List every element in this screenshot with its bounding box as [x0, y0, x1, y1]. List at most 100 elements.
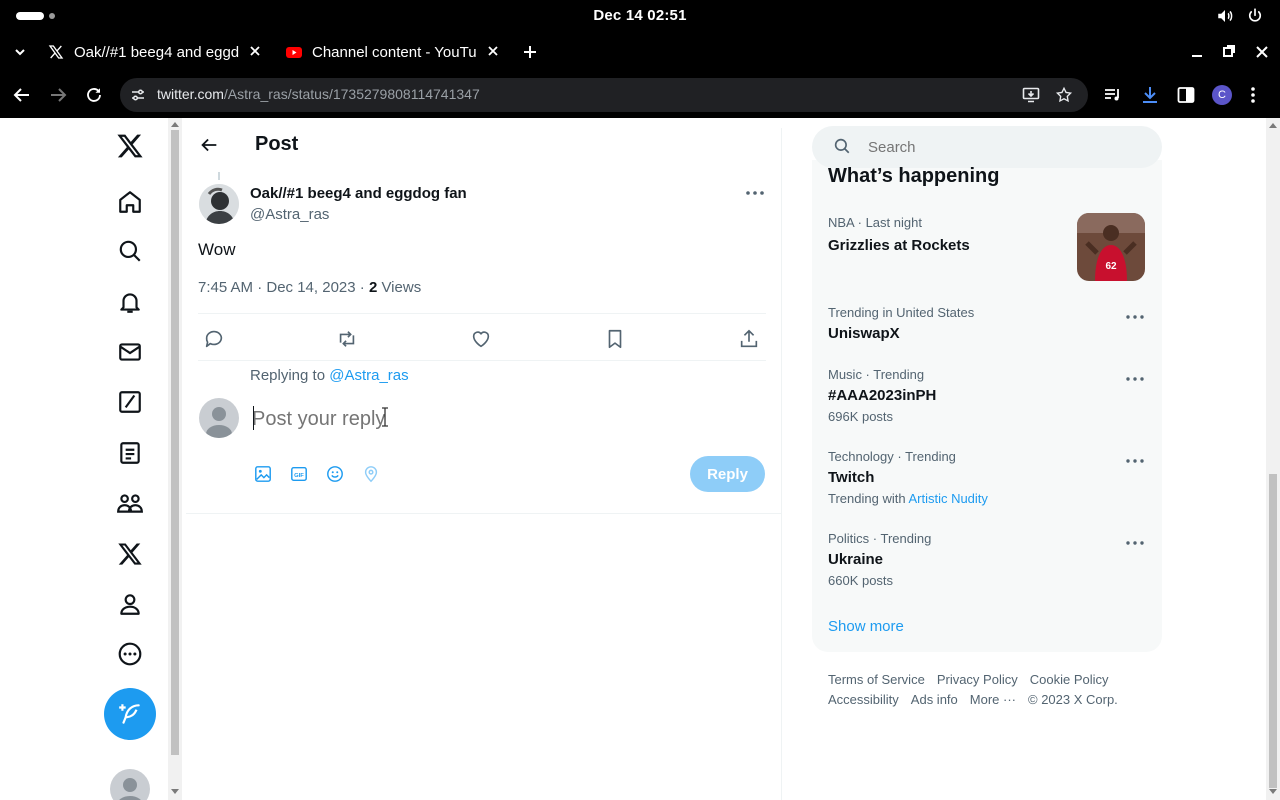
url-path: /Astra_ras/status/1735279808114741347 [223, 86, 480, 102]
my-avatar[interactable] [199, 398, 239, 438]
feather-plus-icon [117, 701, 143, 727]
install-app-icon[interactable] [1022, 86, 1040, 104]
trend-context: NBA · Last night [828, 215, 922, 230]
back-arrow-icon[interactable] [13, 86, 31, 104]
bookmark-icon[interactable] [604, 328, 626, 350]
reply-input[interactable] [252, 403, 752, 435]
tab-strip: Oak//#1 beeg4 and eggdog fan Channel con… [0, 32, 1280, 72]
media-controls-icon[interactable] [1104, 86, 1122, 104]
new-tab-icon[interactable] [521, 43, 539, 61]
reply-button[interactable]: Reply [690, 456, 765, 492]
like-heart-icon[interactable] [470, 328, 492, 350]
gif-icon[interactable]: GIF [290, 465, 308, 483]
scroll-thumb[interactable] [171, 130, 179, 755]
volume-icon[interactable] [1216, 7, 1234, 25]
tab-close-icon[interactable] [486, 44, 500, 58]
search-icon [833, 137, 851, 155]
footer-link[interactable]: Cookie Policy [1030, 672, 1109, 687]
media-image-icon[interactable] [254, 465, 272, 483]
author-avatar[interactable] [199, 184, 239, 224]
trend-more-icon[interactable] [1125, 458, 1145, 464]
explore-search-icon[interactable] [112, 233, 148, 269]
author-handle[interactable]: @Astra_ras [250, 206, 329, 223]
trend-more-icon[interactable] [1125, 540, 1145, 546]
footer-link[interactable]: Ads info [911, 692, 958, 707]
views-label: Views [377, 279, 422, 296]
share-icon[interactable] [738, 328, 760, 350]
left-scrollbar[interactable] [168, 118, 182, 800]
tab-close-icon[interactable] [248, 44, 262, 58]
power-icon[interactable] [1246, 7, 1264, 25]
grok-icon[interactable] [112, 384, 148, 420]
window-close-icon[interactable] [1254, 44, 1270, 60]
reply-icon[interactable] [203, 328, 225, 350]
footer-link[interactable]: Terms of Service [828, 672, 925, 687]
scroll-up-arrow-icon [1269, 123, 1277, 128]
messages-envelope-icon[interactable] [112, 334, 148, 370]
premium-x-icon[interactable] [112, 536, 148, 572]
trend-name[interactable]: Twitch [828, 469, 874, 486]
repost-icon[interactable] [336, 328, 358, 350]
footer-row: Terms of Service Privacy Policy Cookie Pol… [828, 672, 1121, 687]
post-more-icon[interactable] [745, 190, 765, 196]
right-scrollbar[interactable] [1266, 118, 1280, 800]
compose-post-button[interactable] [104, 688, 156, 740]
tab-search-chevron-icon[interactable] [12, 44, 28, 60]
address-bar[interactable]: twitter.com/Astra_ras/status/17352798081… [120, 78, 1088, 112]
bookmark-star-icon[interactable] [1055, 86, 1073, 104]
replying-to: Replying to @Astra_ras [250, 367, 409, 384]
trend-related-prefix: Trending with [828, 491, 909, 506]
post-timestamp[interactable]: 7:45 AM · Dec 14, 2023 · [198, 279, 369, 296]
svg-text:62: 62 [1105, 261, 1117, 272]
search-input[interactable] [868, 136, 1128, 158]
site-info-icon[interactable] [130, 87, 146, 103]
trend-more-icon[interactable] [1125, 314, 1145, 320]
location-pin-icon[interactable] [362, 465, 380, 483]
trend-context: Politics · Trending [828, 531, 932, 546]
trend-name[interactable]: Ukraine [828, 551, 883, 568]
tab-youtube[interactable]: Channel content - YouTube [286, 32, 500, 72]
back-arrow-icon[interactable] [198, 134, 220, 156]
reload-icon[interactable] [85, 86, 103, 104]
post-text: Wow [198, 240, 236, 259]
download-icon[interactable] [1141, 85, 1159, 105]
trend-post-count: 660K posts [828, 573, 894, 588]
side-panel-icon[interactable] [1177, 86, 1195, 104]
tab-title: Oak//#1 beeg4 and eggdog fan [74, 43, 239, 61]
footer-link[interactable]: Accessibility [828, 692, 899, 707]
trend-more-icon[interactable] [1125, 376, 1145, 382]
profile-avatar[interactable]: C [1212, 85, 1232, 105]
text-caret [253, 406, 254, 430]
more-circle-icon[interactable] [112, 636, 148, 672]
profile-icon[interactable] [112, 586, 148, 622]
x-home-logo-icon[interactable] [112, 128, 148, 164]
url-text: twitter.com/Astra_ras/status/17352798081… [157, 86, 480, 102]
web-page: Post Oak//#1 beeg4 and eggdog fan @Astra… [0, 118, 1280, 800]
emoji-icon[interactable] [326, 465, 344, 483]
notifications-bell-icon[interactable] [112, 284, 148, 320]
trend-name[interactable]: #AAA2023inPH [828, 387, 936, 404]
show-more-link[interactable]: Show more [828, 618, 904, 635]
trend-thumbnail[interactable]: 62 [1077, 213, 1145, 281]
account-avatar[interactable] [110, 769, 150, 800]
replying-to-handle[interactable]: @Astra_ras [329, 367, 408, 384]
minimize-icon[interactable] [1189, 44, 1205, 60]
footer-link[interactable]: Privacy Policy [937, 672, 1018, 687]
trend-related-link[interactable]: Artistic Nudity [908, 491, 987, 506]
home-icon[interactable] [112, 184, 148, 220]
lists-icon[interactable] [112, 435, 148, 471]
forward-arrow-icon[interactable] [49, 86, 67, 104]
post-meta: 7:45 AM · Dec 14, 2023 · 2 Views [198, 279, 421, 296]
tab-twitter-post[interactable]: Oak//#1 beeg4 and eggdog fan [48, 32, 262, 72]
communities-icon[interactable] [112, 485, 148, 521]
author-name[interactable]: Oak//#1 beeg4 and eggdog fan [250, 185, 467, 202]
search-box[interactable] [812, 126, 1162, 168]
scroll-thumb[interactable] [1269, 474, 1277, 788]
trend-name[interactable]: UniswapX [828, 325, 900, 342]
system-clock[interactable]: Dec 14 02:51 [0, 7, 1280, 24]
kebab-menu-icon[interactable] [1250, 86, 1256, 104]
trend-name[interactable]: Grizzlies at Rockets [828, 237, 970, 254]
trends-title: What’s happening [828, 165, 1000, 187]
footer-more[interactable]: More ··· [970, 692, 1016, 707]
restore-icon[interactable] [1222, 44, 1236, 58]
